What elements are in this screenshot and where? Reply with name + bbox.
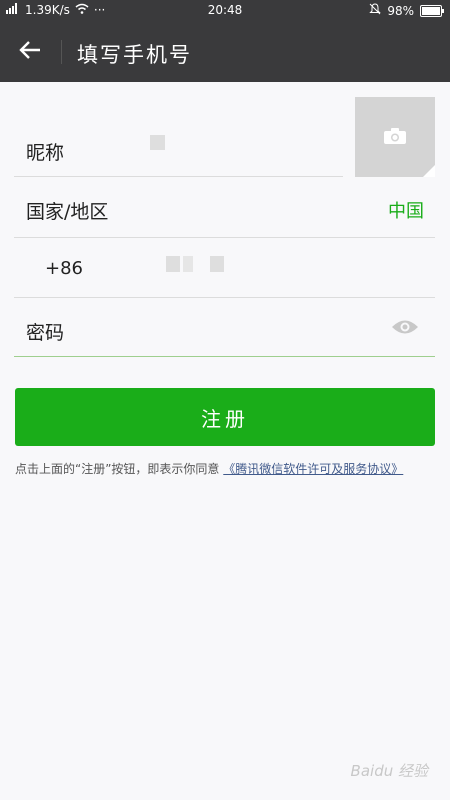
nickname-underline — [14, 176, 343, 177]
region-label: 国家/地区 — [26, 201, 109, 223]
status-right: 98% — [369, 3, 444, 18]
region-underline — [14, 237, 435, 238]
battery-percent: 98% — [387, 3, 414, 18]
phone-masked-3 — [210, 256, 224, 272]
mute-bell-icon — [369, 3, 382, 18]
register-screen: 1.39K/s ··· 20:48 98% 填写手机号 昵称 国家/地区 中国 … — [0, 0, 450, 800]
status-bar: 1.39K/s ··· 20:48 98% — [0, 0, 450, 22]
agreement-text: 点击上面的“注册”按钮，即表示你同意 《腾讯微信软件许可及服务协议》 — [15, 458, 435, 480]
avatar-corner-mark — [423, 165, 435, 177]
agreement-link[interactable]: 《腾讯微信软件许可及服务协议》 — [223, 462, 403, 476]
avatar-picker[interactable] — [355, 97, 435, 177]
phone-underline — [14, 297, 435, 298]
agreement-prefix: 点击上面的“注册”按钮，即表示你同意 — [15, 462, 220, 476]
phone-masked-2 — [183, 256, 193, 272]
phone-country-code: +86 — [45, 258, 83, 279]
page-title: 填写手机号 — [77, 43, 192, 67]
region-value[interactable]: 中国 — [388, 197, 424, 223]
battery-fill — [422, 6, 440, 15]
register-button[interactable]: 注册 — [15, 388, 435, 446]
battery-icon — [420, 4, 444, 17]
nickname-label: 昵称 — [26, 142, 65, 164]
nav-bar: 填写手机号 — [0, 22, 450, 82]
baidu-watermark: Baidu 经验 — [350, 762, 428, 780]
nav-divider — [61, 40, 62, 64]
password-underline — [14, 356, 435, 357]
nickname-input-masked[interactable] — [150, 135, 165, 150]
back-button[interactable] — [14, 38, 46, 66]
show-password-eye-icon[interactable] — [391, 318, 419, 340]
back-arrow-icon — [19, 40, 41, 64]
password-label: 密码 — [26, 322, 65, 344]
camera-icon — [384, 128, 406, 148]
phone-masked-1 — [166, 256, 180, 272]
